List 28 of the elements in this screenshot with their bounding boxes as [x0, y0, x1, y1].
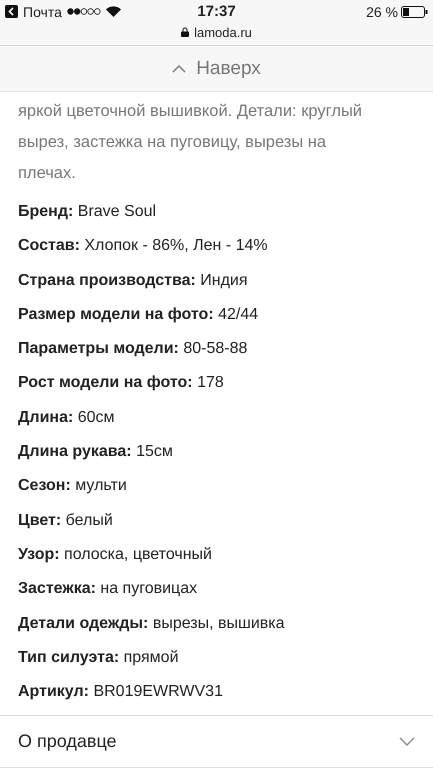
battery-icon: [401, 6, 428, 18]
wifi-icon: [106, 6, 121, 17]
spec-line: Размер модели на фото: 42/44: [18, 304, 260, 325]
battery-percent: 26 %: [366, 4, 398, 20]
clock-time: 17:37: [197, 3, 236, 20]
lock-icon: [181, 27, 190, 37]
spec-line: Состав: Хлопок - 86%, Лен - 14%: [18, 236, 269, 256]
description-text: яркой цветочной вышивкой. Детали: круглый вырез, застежка на пуговицу, вырезы на плечах.: [17, 101, 364, 184]
scroll-top-button[interactable]: Наверх: [0, 46, 433, 92]
back-icon[interactable]: [5, 5, 18, 18]
spec-line: Тип силуэта: прямой: [18, 648, 180, 668]
spec-line: Узор: полоска, цветочный: [18, 544, 213, 565]
spec-line: Параметры модели: 80-58-88: [18, 339, 248, 360]
spec-line: Цвет: белый: [18, 510, 114, 531]
spec-line: Длина: 60см: [18, 408, 116, 428]
chevron-up-icon: [172, 64, 186, 73]
spec-line: Длина рукава: 15см: [18, 442, 174, 462]
page-url[interactable]: lamoda.ru: [194, 24, 252, 40]
spec-line: Бренд: Brave Soul: [18, 202, 158, 222]
spec-line: Артикул: BR019EWRWV31: [18, 682, 224, 702]
spec-line: Застежка: на пуговицах: [18, 579, 198, 600]
chevron-down-icon: [399, 737, 415, 746]
spec-line: Страна производства: Индия: [18, 270, 249, 291]
back-app-label[interactable]: Почта: [23, 4, 62, 20]
signal-icon: [66, 8, 101, 15]
spec-line: Рост модели на фото: 178: [18, 373, 225, 394]
spec-line: Сезон: мульти: [18, 476, 128, 496]
spec-line: Детали одежды: вырезы, вышивка: [18, 614, 286, 634]
